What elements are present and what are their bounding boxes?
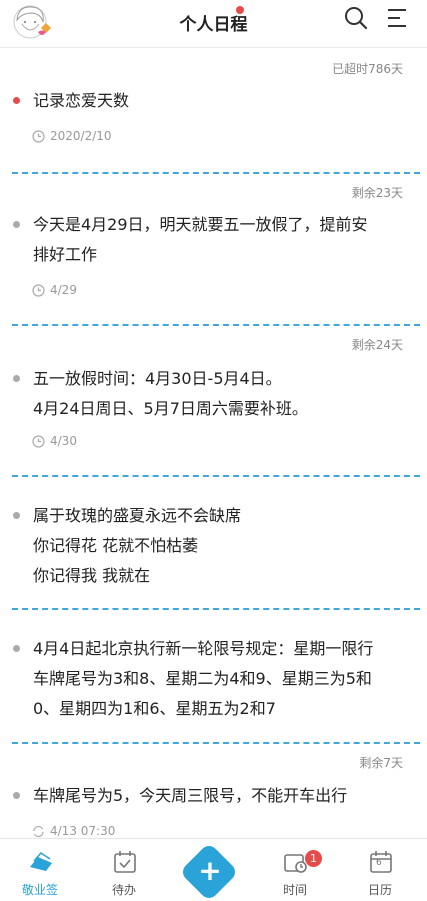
- tab-todo[interactable]: 待办: [84, 839, 164, 901]
- item-meta: 4/30: [32, 434, 77, 448]
- notification-dot: [236, 6, 244, 14]
- search-icon[interactable]: [344, 6, 368, 30]
- clock-icon: [32, 283, 45, 297]
- item-text: 4月4日起北京执行新一轮限号规定：星期一限行 车牌尾号为3和8、星期二为4和9、…: [33, 639, 374, 718]
- item-text: 车牌尾号为5，今天周三限号，不能开车出行: [33, 786, 348, 805]
- item-meta: 4/13 07:30: [32, 824, 115, 838]
- remaining-days: 剩余23天: [351, 186, 403, 200]
- header: 个人日程: [0, 0, 427, 48]
- status-bullet: [13, 375, 20, 382]
- status-bullet: [13, 97, 20, 104]
- remaining-days: 已超时786天: [332, 62, 403, 76]
- bottom-nav: 敬业签 待办 + 时间 日历 6: [0, 838, 427, 901]
- status-bullet: [13, 792, 20, 799]
- remaining-days: 剩余24天: [351, 338, 403, 352]
- app: 个人日程 已超时786天 记录恋爱天数 2020/2/10 剩余23天 今天是4…: [0, 0, 427, 901]
- note-icon: [30, 852, 52, 871]
- item-meta: 2020/2/10: [32, 129, 112, 143]
- clock-icon: [32, 129, 45, 143]
- tab-time[interactable]: 时间: [255, 839, 335, 901]
- remaining-days: 剩余7天: [359, 756, 403, 770]
- item-text: 记录恋爱天数: [33, 91, 130, 110]
- time-badge: 1: [305, 850, 322, 867]
- status-bullet: [13, 645, 20, 652]
- item-meta: 4/29: [32, 283, 77, 297]
- item-divider: [12, 742, 420, 744]
- tab-calendar[interactable]: 日历 6: [340, 839, 420, 901]
- item-divider: [12, 172, 420, 174]
- status-bullet: [13, 512, 20, 519]
- tab-notes[interactable]: 敬业签: [0, 839, 80, 901]
- item-divider: [12, 324, 420, 326]
- add-icon[interactable]: +: [189, 851, 231, 893]
- menu-icon[interactable]: [386, 7, 408, 29]
- item-text: 今天是4月29日，明天就要五一放假了，提前安 排好工作: [33, 215, 368, 264]
- todo-icon: [114, 851, 136, 873]
- item-text: 五一放假时间：4月30日-5月4日。 4月24日周日、5月7日周六需要补班。: [33, 369, 308, 418]
- calendar-day: 6: [376, 858, 382, 868]
- item-text: 属于玫瑰的盛夏永远不会缺席 你记得花 花就不怕枯萎 你记得我 我就在: [33, 506, 242, 585]
- repeat-icon: [33, 825, 44, 837]
- item-divider: [12, 475, 420, 477]
- status-bullet: [13, 221, 20, 228]
- item-divider: [12, 608, 420, 610]
- clock-icon: [32, 434, 45, 448]
